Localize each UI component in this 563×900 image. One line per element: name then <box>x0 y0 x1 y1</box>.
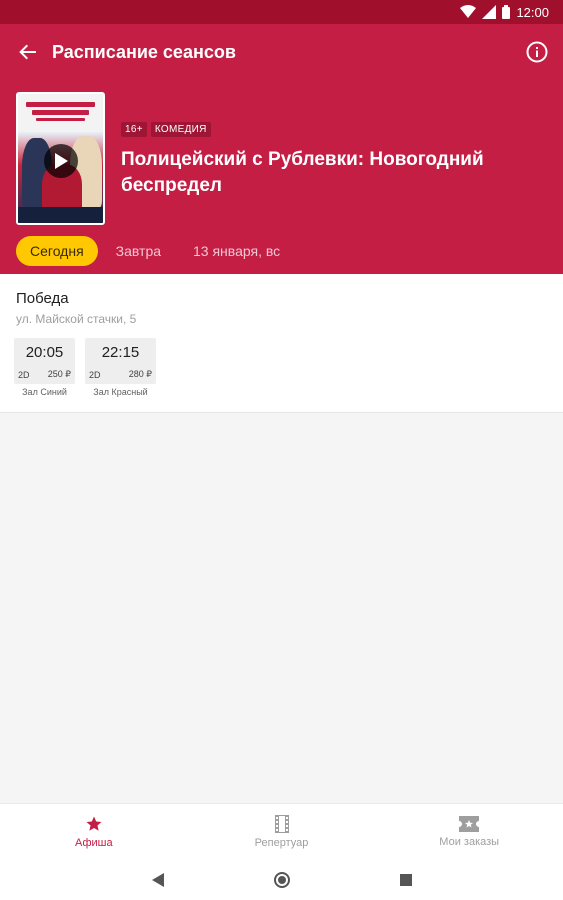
age-rating-badge: 16+ <box>121 122 147 137</box>
tab-tomorrow[interactable]: Завтра <box>102 236 175 266</box>
nav-label: Афиша <box>75 836 113 849</box>
system-navigation-bar <box>0 859 563 900</box>
nav-item-afisha[interactable]: Афиша <box>0 804 188 859</box>
session-time: 20:05 <box>25 344 64 361</box>
session-box: 22:15 2D 280 ₽ <box>85 338 156 384</box>
session-hall: Зал Синий <box>22 387 67 397</box>
session-price: 280 ₽ <box>128 369 152 379</box>
info-icon <box>526 41 548 63</box>
cinema-name[interactable]: Победа <box>16 290 69 307</box>
arrow-back-icon <box>19 44 36 60</box>
film-strip-icon <box>274 814 289 833</box>
star-icon <box>86 816 102 831</box>
triangle-back-icon <box>151 872 164 887</box>
system-recents-button[interactable] <box>394 868 418 892</box>
movie-info: 16+ КОМЕДИЯ Полицейский с Рублевки: Ново… <box>121 122 541 199</box>
status-time: 12:00 <box>516 4 549 20</box>
session-button[interactable]: 22:15 2D 280 ₽ Зал Красный <box>85 338 156 397</box>
ticket-icon <box>459 815 480 832</box>
nav-item-my-orders[interactable]: Мои заказы <box>375 804 563 859</box>
tab-today[interactable]: Сегодня <box>16 236 98 266</box>
bottom-navigation: Афиша Репертуар Мои заказы <box>0 803 563 859</box>
genre-badge: КОМЕДИЯ <box>150 122 211 137</box>
session-time: 22:15 <box>101 344 140 361</box>
movie-poster-trailer[interactable] <box>16 92 105 225</box>
nav-item-repertoire[interactable]: Репертуар <box>188 804 376 859</box>
battery-icon <box>502 5 511 19</box>
system-back-button[interactable] <box>146 868 170 892</box>
session-hall: Зал Красный <box>93 387 148 397</box>
session-price: 250 ₽ <box>47 369 71 379</box>
cinema-card: Победа ул. Майской стачки, 5 20:05 2D 25… <box>0 274 563 413</box>
movie-title: Полицейский с Рублевки: Новогодний беспр… <box>121 149 484 196</box>
signal-icon <box>482 5 497 19</box>
tab-date-jan-13[interactable]: 13 января, вс <box>179 236 294 266</box>
info-button[interactable] <box>523 38 551 66</box>
circle-home-icon <box>273 871 290 888</box>
movie-header: Расписание сеансов 16+ КОМЕДИЯ Полицейск… <box>0 24 563 274</box>
session-box: 20:05 2D 250 ₽ <box>14 338 75 384</box>
play-trailer-button[interactable] <box>44 144 78 178</box>
session-format: 2D <box>89 370 101 380</box>
nav-label: Мои заказы <box>439 835 500 848</box>
wifi-icon <box>460 5 477 18</box>
play-icon <box>55 153 68 169</box>
page-title: Расписание сеансов <box>52 41 236 62</box>
system-home-button[interactable] <box>270 868 294 892</box>
nav-label: Репертуар <box>254 836 309 849</box>
toolbar: Расписание сеансов <box>0 24 563 80</box>
date-tabs: Сегодня Завтра 13 января, вс <box>16 236 298 266</box>
back-button[interactable] <box>0 24 56 80</box>
cinema-address: ул. Майской стачки, 5 <box>16 312 137 326</box>
session-format: 2D <box>18 370 30 380</box>
session-button[interactable]: 20:05 2D 250 ₽ Зал Синий <box>14 338 75 397</box>
status-bar: 12:00 <box>0 0 563 24</box>
movie-badges: 16+ КОМЕДИЯ <box>121 122 541 137</box>
square-recents-icon <box>399 873 412 886</box>
